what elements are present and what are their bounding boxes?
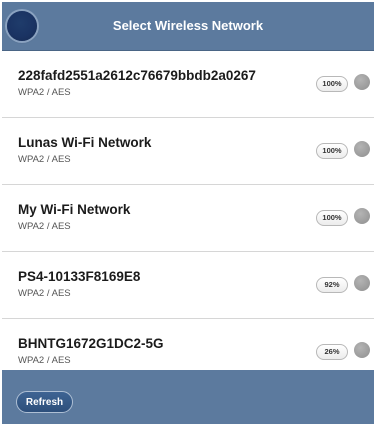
signal-strength-badge: 100% <box>316 210 348 226</box>
network-security: WPA2 / AES <box>18 154 71 165</box>
network-security: WPA2 / AES <box>18 221 71 232</box>
network-ssid: PS4-10133F8169E8 <box>18 269 141 284</box>
network-row[interactable]: Lunas Wi-Fi Network WPA2 / AES 100% <box>2 118 374 185</box>
signal-strength-badge: 100% <box>316 143 348 159</box>
network-security: WPA2 / AES <box>18 355 71 366</box>
network-ssid: My Wi-Fi Network <box>18 202 131 217</box>
wireless-network-dialog: Select Wireless Network 228fafd2551a2612… <box>0 0 376 424</box>
dialog-header: Select Wireless Network <box>2 2 374 51</box>
network-security: WPA2 / AES <box>18 87 71 98</box>
radio-circle-icon[interactable] <box>354 275 370 291</box>
network-security: WPA2 / AES <box>18 288 71 299</box>
signal-strength-badge: 92% <box>316 277 348 293</box>
network-row[interactable]: My Wi-Fi Network WPA2 / AES 100% <box>2 185 374 252</box>
radio-circle-icon[interactable] <box>354 208 370 224</box>
signal-strength-badge: 26% <box>316 344 348 360</box>
signal-strength-badge: 100% <box>316 76 348 92</box>
radio-circle-icon[interactable] <box>354 74 370 90</box>
dialog-title: Select Wireless Network <box>112 18 264 33</box>
network-ssid: 228fafd2551a2612c76679bbdb2a0267 <box>18 68 256 83</box>
network-list: 228fafd2551a2612c76679bbdb2a0267 WPA2 / … <box>2 51 374 382</box>
network-ssid: BHNTG1672G1DC2-5G <box>18 336 164 351</box>
network-row[interactable]: 228fafd2551a2612c76679bbdb2a0267 WPA2 / … <box>2 51 374 118</box>
radio-circle-icon[interactable] <box>354 342 370 358</box>
dialog-footer: Refresh <box>2 370 374 424</box>
network-ssid: Lunas Wi-Fi Network <box>18 135 152 150</box>
network-row[interactable]: PS4-10133F8169E8 WPA2 / AES 92% <box>2 252 374 319</box>
refresh-button[interactable]: Refresh <box>16 391 73 413</box>
radio-circle-icon[interactable] <box>354 141 370 157</box>
